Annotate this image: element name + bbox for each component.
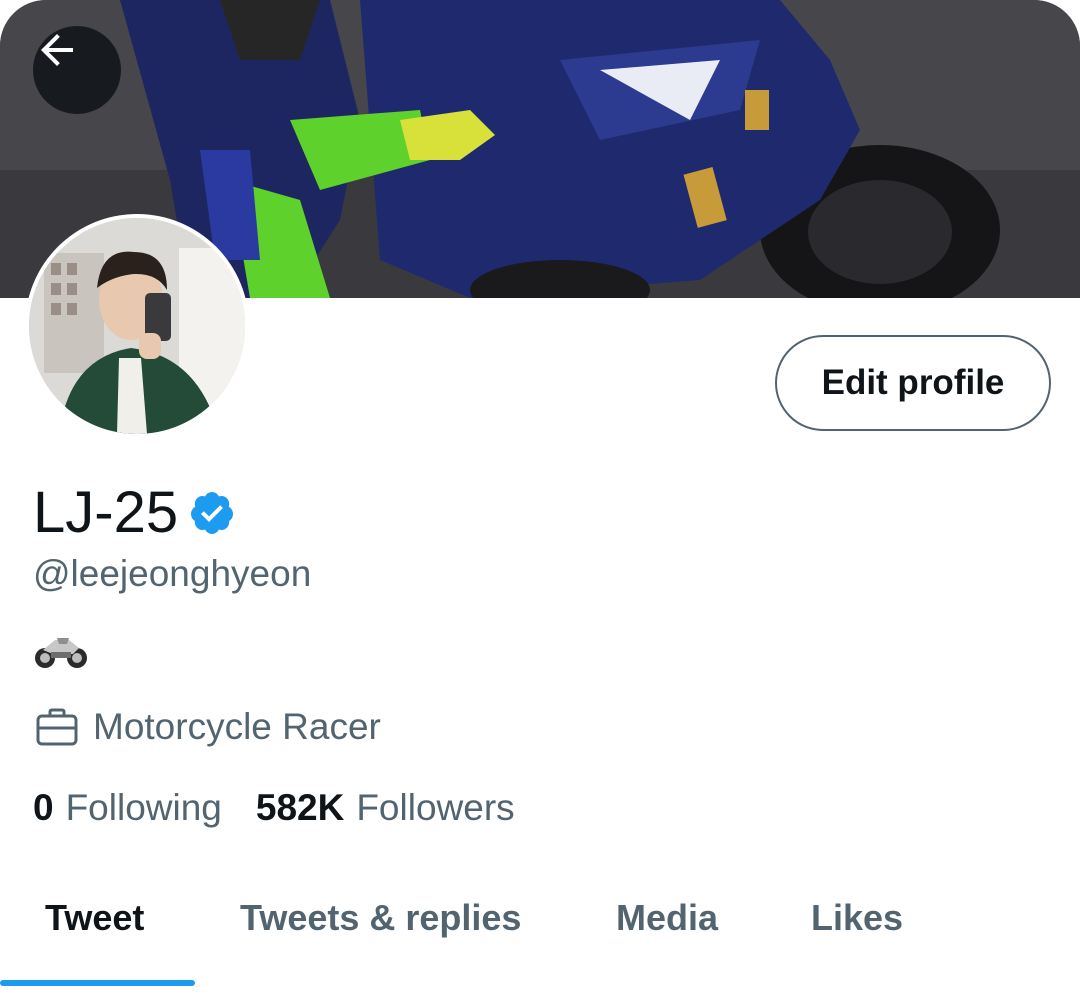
avatar[interactable] — [25, 214, 249, 438]
profile-job: Motorcycle Racer — [35, 704, 381, 750]
followers-label: Followers — [356, 787, 515, 828]
edit-profile-button[interactable]: Edit profile — [775, 335, 1051, 431]
profile-stats: 0 Following 582K Followers — [33, 785, 515, 831]
mirror-selfie-avatar — [29, 218, 245, 434]
tab-tweet[interactable]: Tweet — [45, 890, 144, 946]
following-link[interactable]: 0 Following — [33, 785, 222, 831]
arrow-left-icon — [41, 34, 73, 66]
back-button[interactable] — [33, 26, 121, 114]
profile-handle: @leejeonghyeon — [33, 553, 312, 594]
profile-tabs: Tweet Tweets & replies Media Likes — [0, 870, 1080, 996]
tab-media[interactable]: Media — [616, 890, 718, 946]
profile-name-row: LJ-25 — [33, 478, 236, 548]
followers-link[interactable]: 582K Followers — [256, 785, 515, 831]
followers-count: 582K — [255, 787, 345, 828]
briefcase-icon — [36, 708, 78, 746]
job-text: Motorcycle Racer — [93, 706, 381, 747]
verified-badge-icon — [188, 489, 236, 537]
profile-bio — [33, 628, 89, 672]
tab-likes[interactable]: Likes — [811, 890, 903, 946]
tab-tweets-and-replies[interactable]: Tweets & replies — [240, 890, 521, 946]
following-count: 0 — [33, 787, 54, 828]
motorcycle-emoji-icon — [35, 638, 87, 668]
active-tab-indicator — [0, 980, 195, 986]
following-label: Following — [65, 787, 222, 828]
display-name: LJ-25 — [33, 480, 179, 545]
